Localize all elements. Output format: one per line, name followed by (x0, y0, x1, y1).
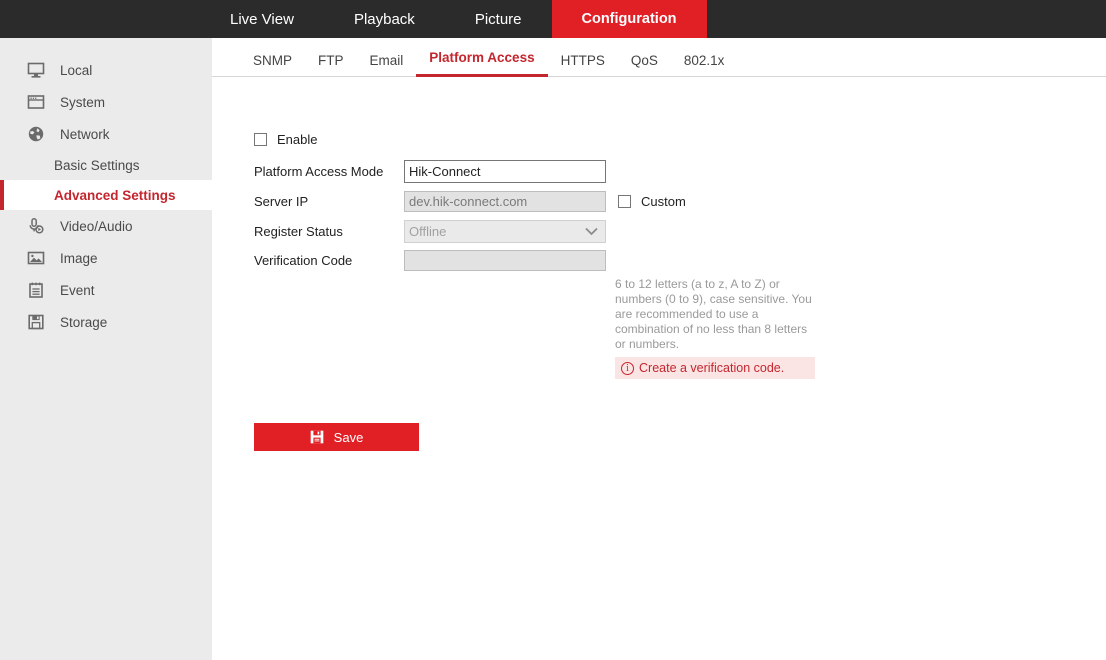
sidebar-item-local-label: Local (60, 62, 93, 78)
picture-icon (26, 248, 46, 268)
platform-access-mode-select-wrapper: Hik-Connect (404, 160, 606, 183)
nav-item-playback-label: Playback (353, 10, 415, 28)
tab-ftp-label: FTP (318, 53, 344, 68)
top-navigation-bar: Live View Playback Picture Configuration (0, 0, 1106, 38)
sidebar-item-storage[interactable]: Storage (0, 306, 212, 338)
sidebar-top-gap (0, 38, 212, 54)
nav-item-live-view[interactable]: Live View (200, 0, 324, 38)
server-ip-input[interactable] (404, 191, 606, 212)
tab-https[interactable]: HTTPS (548, 53, 618, 77)
monitor-icon (26, 60, 46, 80)
custom-checkbox[interactable] (618, 195, 631, 208)
nav-item-picture[interactable]: Picture (445, 0, 552, 38)
verification-code-alert: i Create a verification code. (615, 357, 815, 379)
content-area: SNMP FTP Email Platform Access HTTPS QoS… (212, 38, 1106, 660)
floppy-disk-icon (310, 430, 324, 444)
tab-platform-access-label: Platform Access (429, 50, 535, 65)
verification-code-label: Verification Code (254, 253, 353, 268)
enable-checkbox[interactable] (254, 133, 267, 146)
nav-item-configuration[interactable]: Configuration (551, 0, 707, 38)
save-button[interactable]: Save (254, 423, 419, 451)
clipboard-icon (26, 280, 46, 300)
sidebar-item-video-audio[interactable]: Video/Audio (0, 210, 212, 242)
enable-row: Enable (254, 132, 317, 147)
sidebar-item-image-label: Image (60, 250, 98, 266)
sidebar-item-basic-settings[interactable]: Basic Settings (0, 150, 212, 180)
tab-qos-label: QoS (630, 53, 658, 68)
platform-access-mode-select[interactable]: Hik-Connect (404, 160, 606, 183)
register-status-select-wrapper: Offline (404, 220, 606, 243)
register-status-row: Register Status Offline (254, 220, 606, 243)
tab-email-label: Email (369, 53, 404, 68)
nav-item-playback[interactable]: Playback (324, 0, 445, 38)
custom-label: Custom (641, 194, 686, 209)
tab-802-1x[interactable]: 802.1x (671, 53, 738, 77)
nav-item-picture-label: Picture (474, 10, 522, 28)
nav-item-live-view-label: Live View (230, 10, 294, 28)
server-ip-row: Server IP Custom (254, 191, 686, 212)
verification-code-hint: 6 to 12 letters (a to z, A to Z) or numb… (615, 277, 812, 351)
sidebar-item-system-label: System (60, 94, 106, 110)
sidebar-item-network[interactable]: Network (0, 118, 212, 150)
tab-platform-access[interactable]: Platform Access (416, 50, 548, 77)
tab-qos[interactable]: QoS (618, 53, 671, 77)
tab-https-label: HTTPS (560, 53, 605, 68)
register-status-select[interactable]: Offline (404, 220, 606, 243)
sidebar-item-video-audio-label: Video/Audio (60, 218, 133, 234)
tab-802-1x-label: 802.1x (683, 53, 725, 68)
tab-bar: SNMP FTP Email Platform Access HTTPS QoS… (212, 38, 1106, 77)
sidebar-item-image[interactable]: Image (0, 242, 212, 274)
globe-icon (26, 124, 46, 144)
tab-email[interactable]: Email (357, 53, 417, 77)
verification-code-row: Verification Code (254, 250, 606, 271)
tab-snmp[interactable]: SNMP (240, 53, 305, 77)
sidebar-item-local[interactable]: Local (0, 54, 212, 86)
sidebar-item-event[interactable]: Event (0, 274, 212, 306)
register-status-label: Register Status (254, 224, 343, 239)
sidebar-item-advanced-settings-label: Advanced Settings (54, 187, 176, 203)
tab-ftp[interactable]: FTP (305, 53, 357, 77)
server-ip-label: Server IP (254, 194, 309, 209)
microphone-icon (26, 216, 46, 236)
sidebar-item-network-label: Network (60, 126, 110, 142)
floppy-disk-icon (26, 312, 46, 332)
window-icon (26, 92, 46, 112)
verification-code-alert-text: Create a verification code. (639, 361, 785, 375)
sidebar-item-event-label: Event (60, 282, 95, 298)
sidebar-item-basic-settings-label: Basic Settings (54, 157, 140, 173)
info-icon: i (621, 361, 634, 375)
tab-snmp-label: SNMP (253, 53, 293, 68)
nav-item-configuration-label: Configuration (581, 11, 677, 27)
sidebar-item-system[interactable]: System (0, 86, 212, 118)
platform-access-mode-row: Platform Access Mode Hik-Connect (254, 160, 606, 183)
save-button-label: Save (333, 429, 364, 445)
enable-label: Enable (277, 132, 318, 147)
platform-access-mode-label: Platform Access Mode (254, 164, 384, 179)
sidebar-item-advanced-settings[interactable]: Advanced Settings (0, 180, 212, 210)
sidebar: Local System Network Basic Settings Adva… (0, 38, 212, 660)
sidebar-item-storage-label: Storage (60, 314, 108, 330)
verification-code-input[interactable] (404, 250, 606, 271)
